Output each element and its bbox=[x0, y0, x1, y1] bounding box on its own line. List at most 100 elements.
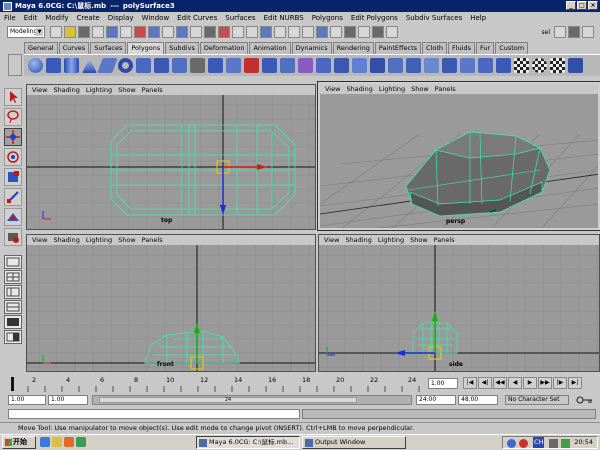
character-set-dropdown[interactable]: No Character Set bbox=[505, 395, 569, 405]
snap-curve-icon[interactable] bbox=[288, 26, 300, 38]
poly-cone-icon[interactable] bbox=[82, 58, 97, 73]
menu-edit-nurbs[interactable]: Edit NURBS bbox=[264, 14, 304, 22]
select-by-handle-icon[interactable] bbox=[134, 26, 146, 38]
current-frame-field[interactable]: 1.00 bbox=[428, 378, 458, 389]
lock-selection-icon[interactable] bbox=[246, 26, 258, 38]
snap-point-icon[interactable] bbox=[302, 26, 314, 38]
poly-prism-icon[interactable] bbox=[136, 58, 151, 73]
shelf-tab-subdivs[interactable]: Subdivs bbox=[165, 42, 199, 54]
viewport-lighting-menu[interactable]: Lighting bbox=[86, 85, 112, 95]
selection-mode-object-icon[interactable] bbox=[106, 26, 118, 38]
viewport-panels-menu[interactable]: Panels bbox=[434, 235, 455, 245]
menu-modify[interactable]: Modify bbox=[45, 14, 68, 22]
viewport-show-menu[interactable]: Show bbox=[411, 84, 429, 94]
viewport-top-canvas[interactable]: top bbox=[27, 95, 315, 229]
select-by-curve-icon[interactable] bbox=[162, 26, 174, 38]
playback-start-field[interactable]: 1.00 bbox=[48, 395, 88, 405]
select-by-joint-icon[interactable] bbox=[148, 26, 160, 38]
shelf-tab-curves[interactable]: Curves bbox=[58, 42, 90, 54]
select-by-misc-icon[interactable] bbox=[232, 26, 244, 38]
step-forward-key-button[interactable]: ▶▶ bbox=[538, 377, 552, 389]
viewport-shading-menu[interactable]: Shading bbox=[346, 84, 372, 94]
viewport-view-menu[interactable]: View bbox=[32, 235, 47, 245]
range-slider-handle[interactable]: 24 bbox=[99, 397, 357, 403]
viewport-show-menu[interactable]: Show bbox=[410, 235, 428, 245]
select-by-surface-icon[interactable] bbox=[176, 26, 188, 38]
merge-vertices-icon[interactable] bbox=[424, 58, 439, 73]
boolean-union-icon[interactable] bbox=[244, 58, 259, 73]
viewport-lighting-menu[interactable]: Lighting bbox=[378, 235, 404, 245]
time-slider[interactable]: 2 4 6 8 10 12 14 16 18 20 22 24 bbox=[8, 376, 426, 392]
shelf-menu-button[interactable] bbox=[8, 54, 22, 76]
hypershade-persp-layout-icon[interactable] bbox=[4, 315, 22, 329]
task-maya-window[interactable]: Maya 6.0CG: C:\鼠标.mb... bbox=[196, 436, 300, 449]
delete-edge-icon[interactable] bbox=[460, 58, 475, 73]
viewport-show-menu[interactable]: Show bbox=[118, 235, 136, 245]
render-globals-icon[interactable] bbox=[386, 26, 398, 38]
app-shortcut-icon[interactable] bbox=[76, 437, 86, 447]
attribute-editor-toggle-icon[interactable] bbox=[582, 26, 594, 38]
poly-cube-icon[interactable] bbox=[46, 58, 61, 73]
mirror-geometry-icon[interactable] bbox=[316, 58, 331, 73]
open-scene-icon[interactable] bbox=[64, 26, 76, 38]
key-lock-icon[interactable] bbox=[575, 394, 595, 405]
shelf-tab-fluids[interactable]: Fluids bbox=[448, 42, 476, 54]
viewport-panels-menu[interactable]: Panels bbox=[142, 85, 163, 95]
separate-icon[interactable] bbox=[208, 58, 223, 73]
play-forwards-button[interactable]: ▶ bbox=[523, 377, 537, 389]
select-by-rendering-icon[interactable] bbox=[218, 26, 230, 38]
viewport-shading-menu[interactable]: Shading bbox=[345, 235, 371, 245]
render-current-frame-icon[interactable] bbox=[358, 26, 370, 38]
step-back-frame-button[interactable]: ◀| bbox=[478, 377, 492, 389]
viewport-persp[interactable]: View Shading Lighting Show Panels persp bbox=[317, 81, 600, 231]
append-polygon-icon[interactable] bbox=[334, 58, 349, 73]
manipulator-tool-icon[interactable] bbox=[4, 188, 22, 206]
shelf-tab-rendering[interactable]: Rendering bbox=[332, 42, 374, 54]
single-perspective-layout-icon[interactable] bbox=[4, 255, 22, 269]
go-to-end-button[interactable]: ▶| bbox=[568, 377, 582, 389]
combine-icon[interactable] bbox=[190, 58, 205, 73]
shelf-tab-general[interactable]: General bbox=[24, 42, 58, 54]
viewport-panels-menu[interactable]: Panels bbox=[142, 235, 163, 245]
snap-grid-icon[interactable] bbox=[274, 26, 286, 38]
boolean-intersection-icon[interactable] bbox=[280, 58, 295, 73]
shelf-tab-custom[interactable]: Custom bbox=[495, 42, 529, 54]
viewport-lighting-menu[interactable]: Lighting bbox=[86, 235, 112, 245]
shelf-tab-surfaces[interactable]: Surfaces bbox=[90, 42, 127, 54]
lasso-tool-icon[interactable] bbox=[4, 108, 22, 126]
extrude-edge-icon[interactable] bbox=[388, 58, 403, 73]
shelf-tab-cloth[interactable]: Cloth bbox=[422, 42, 448, 54]
selection-mode-component-icon[interactable] bbox=[120, 26, 132, 38]
menu-create[interactable]: Create bbox=[76, 14, 99, 22]
new-scene-icon[interactable] bbox=[50, 26, 62, 38]
viewport-side-canvas[interactable]: side bbox=[319, 245, 599, 371]
poly-plane-icon[interactable] bbox=[97, 58, 118, 73]
channel-box-toggle-icon[interactable] bbox=[568, 26, 580, 38]
input-line-icon[interactable] bbox=[554, 26, 566, 38]
viewport-shading-menu[interactable]: Shading bbox=[53, 85, 79, 95]
menu-edit-polygons[interactable]: Edit Polygons bbox=[351, 14, 398, 22]
maximize-button[interactable]: □ bbox=[577, 1, 587, 10]
shelf-tab-animation[interactable]: Animation bbox=[249, 42, 291, 54]
media-player-icon[interactable] bbox=[64, 437, 74, 447]
four-view-layout-icon[interactable] bbox=[4, 270, 22, 284]
poly-pyramid-icon[interactable] bbox=[154, 58, 169, 73]
minimize-button[interactable]: _ bbox=[566, 1, 576, 10]
range-slider-track[interactable]: 24 bbox=[92, 395, 412, 405]
boolean-difference-icon[interactable] bbox=[262, 58, 277, 73]
soft-modification-icon[interactable] bbox=[4, 208, 22, 226]
scale-tool-icon[interactable] bbox=[4, 168, 22, 186]
menu-polygons[interactable]: Polygons bbox=[312, 14, 343, 22]
viewport-front-canvas[interactable]: front bbox=[27, 245, 315, 371]
viewport-view-menu[interactable]: View bbox=[32, 85, 47, 95]
show-desktop-icon[interactable] bbox=[52, 437, 62, 447]
select-by-dynamic-icon[interactable] bbox=[204, 26, 216, 38]
history-icon[interactable] bbox=[344, 26, 356, 38]
viewport-shading-menu[interactable]: Shading bbox=[53, 235, 79, 245]
bevel-icon[interactable] bbox=[406, 58, 421, 73]
viewport-side[interactable]: View Shading Lighting Show Panels side bbox=[318, 234, 600, 372]
menu-subdiv-surfaces[interactable]: Subdiv Surfaces bbox=[406, 14, 462, 22]
shelf-tab-painteffects[interactable]: PaintEffects bbox=[374, 42, 422, 54]
poke-face-icon[interactable] bbox=[478, 58, 493, 73]
viewport-front[interactable]: View Shading Lighting Show Panels front bbox=[26, 234, 316, 372]
